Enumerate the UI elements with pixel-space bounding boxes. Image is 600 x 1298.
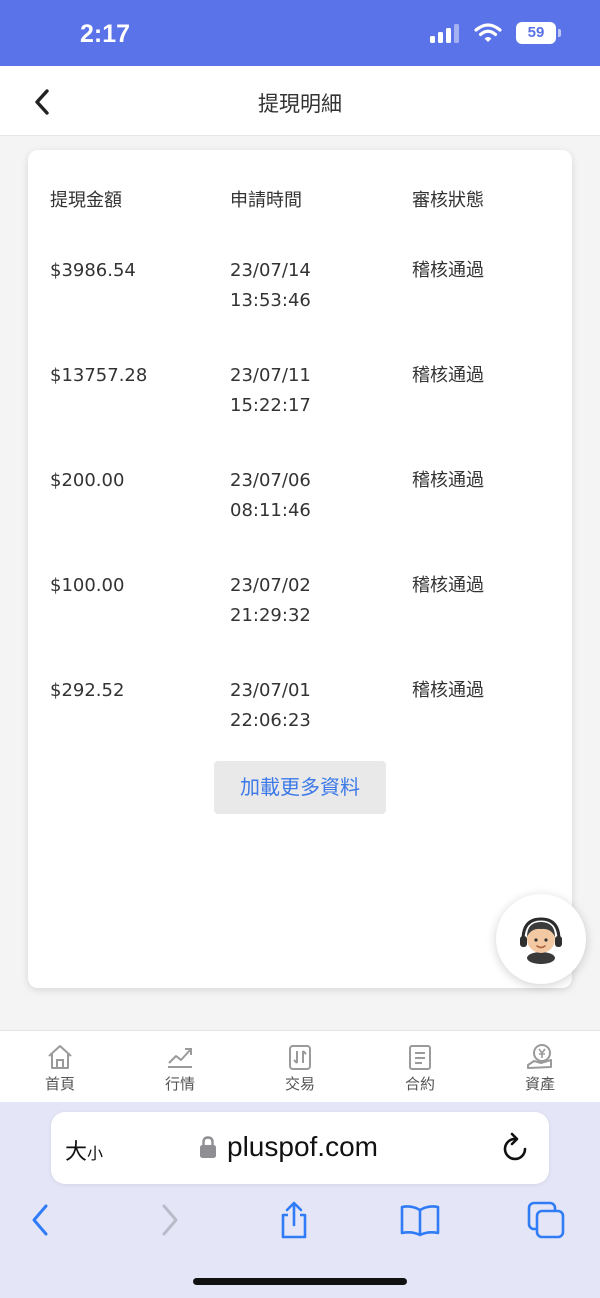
- table-row: $292.52 23/07/01 22:06:23 稽核通過: [28, 676, 572, 756]
- wifi-icon: [474, 23, 502, 42]
- amount-cell: $100.00: [50, 575, 125, 596]
- share-icon: [281, 1201, 307, 1239]
- home-icon: [48, 1045, 72, 1069]
- tab-label: 交易: [284, 1075, 315, 1093]
- tab-label: 合約: [404, 1075, 435, 1093]
- column-header-status: 審核狀態: [412, 190, 484, 211]
- time-cell: 23/07/14 13:53:46: [230, 260, 311, 311]
- tab-contract[interactable]: 合約: [370, 1043, 470, 1094]
- status-time: 2:17: [80, 20, 131, 48]
- home-indicator: [193, 1278, 407, 1285]
- contract-icon: [409, 1045, 431, 1070]
- time-cell: 23/07/01 22:06:23: [230, 680, 311, 731]
- browser-toolbar: 大小 pluspof.com: [0, 1102, 600, 1298]
- column-header-time: 申請時間: [230, 190, 302, 211]
- tabs-icon: [527, 1201, 565, 1239]
- tab-home[interactable]: 首頁: [10, 1043, 110, 1094]
- tab-trade[interactable]: 交易: [250, 1043, 350, 1094]
- column-header-amount: 提現金額: [50, 190, 122, 211]
- app-header: 提現明細: [0, 66, 600, 136]
- url-display[interactable]: pluspof.com: [199, 1131, 378, 1163]
- table-row: $3986.54 23/07/14 13:53:46 稽核通過: [28, 256, 572, 336]
- status-cell: 稽核通過: [412, 365, 484, 386]
- address-bar[interactable]: 大小 pluspof.com: [51, 1112, 549, 1184]
- reload-icon: [503, 1132, 527, 1161]
- text-size-large-glyph: 大: [65, 1140, 88, 1165]
- browser-forward-button[interactable]: [146, 1198, 194, 1242]
- status-icons: 59: [430, 22, 561, 44]
- status-cell: 稽核通過: [412, 680, 484, 701]
- amount-cell: $3986.54: [50, 260, 136, 281]
- amount-cell: $200.00: [50, 470, 125, 491]
- table-row: $13757.28 23/07/11 15:22:17 稽核通過: [28, 361, 572, 441]
- lock-icon: [200, 1136, 216, 1158]
- bookmarks-button[interactable]: [396, 1198, 444, 1242]
- text-size-small-glyph: 小: [87, 1144, 104, 1163]
- customer-support-avatar-icon: [520, 917, 562, 964]
- share-button[interactable]: [270, 1198, 318, 1242]
- amount-cell: $292.52: [50, 680, 125, 701]
- browser-back-button[interactable]: [16, 1198, 64, 1242]
- tab-label: 行情: [164, 1075, 195, 1093]
- status-cell: 稽核通過: [412, 260, 484, 281]
- table-row: $200.00 23/07/06 08:11:46 稽核通過: [28, 466, 572, 546]
- time-cell: 23/07/06 08:11:46: [230, 470, 311, 521]
- tab-assets[interactable]: 資產: [490, 1043, 590, 1094]
- chart-icon: [168, 1048, 192, 1068]
- assets-icon: [527, 1044, 552, 1069]
- time-cell: 23/07/02 21:29:32: [230, 575, 311, 626]
- withdrawal-records-card: 提現金額 申請時間 審核狀態 $3986.54 23/07/14 13:53:4…: [28, 150, 572, 988]
- book-icon: [400, 1205, 440, 1237]
- chevron-left-icon: [32, 1204, 48, 1236]
- time-cell: 23/07/11 15:22:17: [230, 365, 311, 416]
- load-more-button[interactable]: 加載更多資料: [214, 761, 386, 814]
- tabs-button[interactable]: [522, 1198, 570, 1242]
- page-title: 提現明細: [258, 92, 342, 116]
- table-row: $100.00 23/07/02 21:29:32 稽核通過: [28, 571, 572, 651]
- status-bar: 2:17 59: [0, 0, 600, 66]
- tab-label: 資產: [524, 1075, 555, 1093]
- reload-button[interactable]: [501, 1132, 531, 1168]
- bottom-tab-bar: 首頁 行情 交易 合約 資產: [0, 1030, 600, 1102]
- customer-support-button[interactable]: [496, 894, 586, 984]
- amount-cell: $13757.28: [50, 365, 148, 386]
- tab-label: 首頁: [44, 1075, 75, 1093]
- status-cell: 稽核通過: [412, 470, 484, 491]
- chevron-right-icon: [162, 1204, 178, 1236]
- url-text: pluspof.com: [227, 1131, 378, 1162]
- battery-indicator: 59: [516, 22, 561, 44]
- tab-market[interactable]: 行情: [130, 1043, 230, 1094]
- text-size-button[interactable]: 大小: [65, 1134, 103, 1166]
- trade-icon: [289, 1045, 311, 1070]
- status-cell: 稽核通過: [412, 575, 484, 596]
- cellular-signal-icon: [430, 24, 459, 43]
